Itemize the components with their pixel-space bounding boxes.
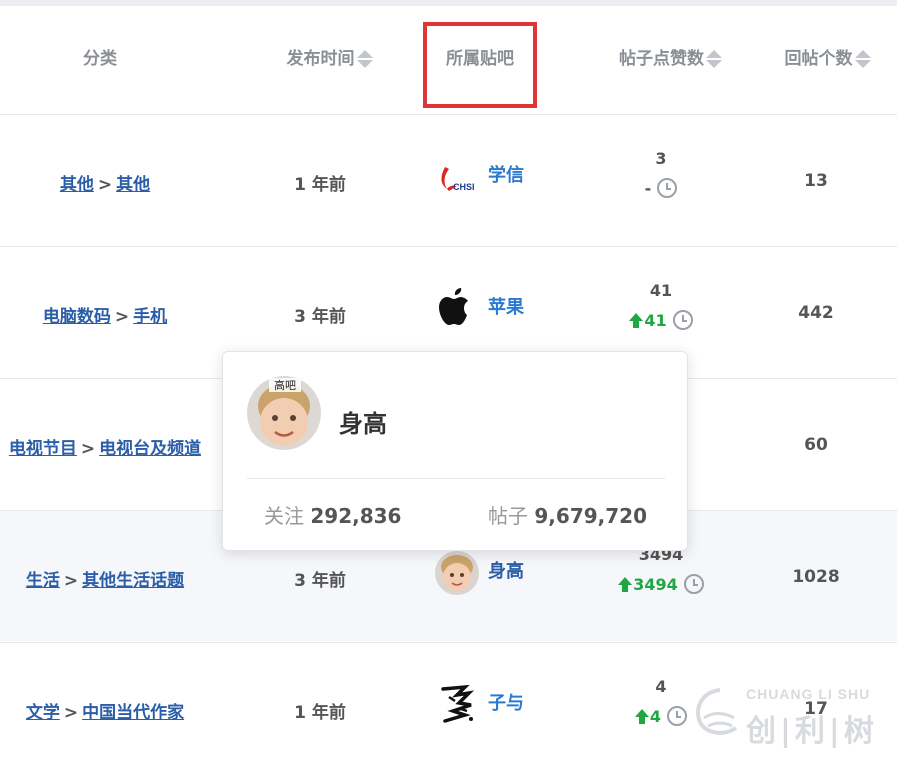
- tieba-link[interactable]: 身高: [488, 557, 524, 583]
- baby-avatar-icon: 高吧: [247, 376, 321, 450]
- header-category: 分类: [83, 49, 117, 69]
- follow-stat: 关注 292,836: [264, 500, 401, 529]
- header-publish-time[interactable]: 发布时间: [268, 44, 388, 74]
- watermark: CHUANG LI SHU 创|利|树: [690, 682, 897, 749]
- header-replies[interactable]: 回帖个数: [770, 44, 882, 74]
- divider: [247, 478, 665, 479]
- subcategory-link[interactable]: 其他生活话题: [82, 571, 184, 591]
- reply-count: 442: [798, 303, 834, 323]
- apple-logo-icon: [439, 288, 468, 325]
- sort-icon[interactable]: [705, 48, 722, 70]
- clock-icon[interactable]: [657, 177, 678, 198]
- watermark-text-bottom: 创|利|树: [746, 714, 878, 749]
- delta-value: 3494: [633, 575, 678, 594]
- delta-value: -: [644, 179, 652, 198]
- category-link[interactable]: 生活: [26, 571, 60, 591]
- delta-value: 4: [649, 707, 662, 726]
- clock-icon[interactable]: [683, 573, 704, 594]
- likes-count: 3: [655, 149, 667, 168]
- header-likes[interactable]: 帖子点赞数: [605, 44, 733, 74]
- category-path: 电视节目 > 电视台及频道: [8, 439, 202, 459]
- category-path: 文学 > 中国当代作家: [25, 703, 185, 723]
- tieba-link[interactable]: 学信: [488, 161, 524, 187]
- tieba-hover-card: 高吧 身高 关注 292,836 帖子 9,679,720: [222, 351, 688, 551]
- posts-stat: 帖子 9,679,720: [488, 500, 647, 529]
- subcategory-link[interactable]: 中国当代作家: [82, 703, 184, 723]
- category-path: 电脑数码 > 手机: [42, 307, 168, 327]
- tieba-avatar[interactable]: 高吧: [247, 376, 321, 450]
- tieba-link[interactable]: 苹果: [488, 293, 524, 319]
- highlight-box: [423, 22, 537, 108]
- watermark-text-top: CHUANG LI SHU: [746, 686, 871, 702]
- header-replies-label: 回帖个数: [784, 49, 853, 69]
- publish-time: 3 年前: [294, 307, 346, 327]
- likes-count: 41: [649, 281, 673, 300]
- arrow-up-icon: [634, 709, 649, 724]
- subcategory-link[interactable]: 其他: [116, 175, 150, 195]
- arrow-up-icon: [629, 313, 644, 328]
- posts-count: 9,679,720: [534, 504, 647, 528]
- category-path: 其他 > 其他: [59, 175, 151, 195]
- tieba-link[interactable]: 子与: [488, 689, 524, 715]
- category-link[interactable]: 其他: [60, 175, 94, 195]
- reply-count: 13: [804, 171, 828, 191]
- sort-icon[interactable]: [356, 48, 373, 70]
- category-link[interactable]: 电脑数码: [43, 307, 111, 327]
- header-publish-time-label: 发布时间: [286, 49, 355, 69]
- header-likes-label: 帖子点赞数: [619, 49, 704, 69]
- sort-icon[interactable]: [854, 48, 871, 70]
- svg-text:CHSI: CHSI: [453, 182, 475, 192]
- avatar-text: 高吧: [274, 378, 296, 392]
- reply-count: 1028: [792, 567, 840, 587]
- category-link[interactable]: 电视节目: [9, 439, 77, 459]
- subcategory-link[interactable]: 电视台及频道: [99, 439, 201, 459]
- arrow-up-icon: [618, 577, 633, 592]
- delta-value: 41: [644, 311, 667, 330]
- follow-count: 292,836: [310, 504, 402, 528]
- subcategory-link[interactable]: 手机: [133, 307, 167, 327]
- watermark-logo-icon: [696, 688, 738, 735]
- publish-time: 3 年前: [294, 571, 346, 591]
- baby-avatar-icon: [435, 551, 479, 595]
- calligraphy-logo-icon: [441, 684, 475, 723]
- tieba-name[interactable]: 身高: [339, 404, 387, 439]
- posts-label: 帖子: [488, 504, 529, 528]
- likes-delta: 3494: [600, 573, 722, 596]
- reply-count: 60: [804, 435, 828, 455]
- category-path: 生活 > 其他生活话题: [25, 571, 185, 591]
- likes-delta: -: [600, 177, 722, 200]
- category-link[interactable]: 文学: [26, 703, 60, 723]
- clock-icon[interactable]: [672, 309, 693, 330]
- chsi-logo-icon: CHSI: [441, 167, 475, 192]
- likes-delta: 41: [600, 309, 722, 332]
- follow-label: 关注: [264, 504, 304, 528]
- clock-icon[interactable]: [667, 705, 688, 726]
- top-strip: [0, 0, 897, 6]
- publish-time: 1 年前: [294, 703, 346, 723]
- table-row: 其他 > 其他 1 年前 CHSI 学信 3 - 13: [0, 114, 897, 245]
- publish-time: 1 年前: [294, 175, 346, 195]
